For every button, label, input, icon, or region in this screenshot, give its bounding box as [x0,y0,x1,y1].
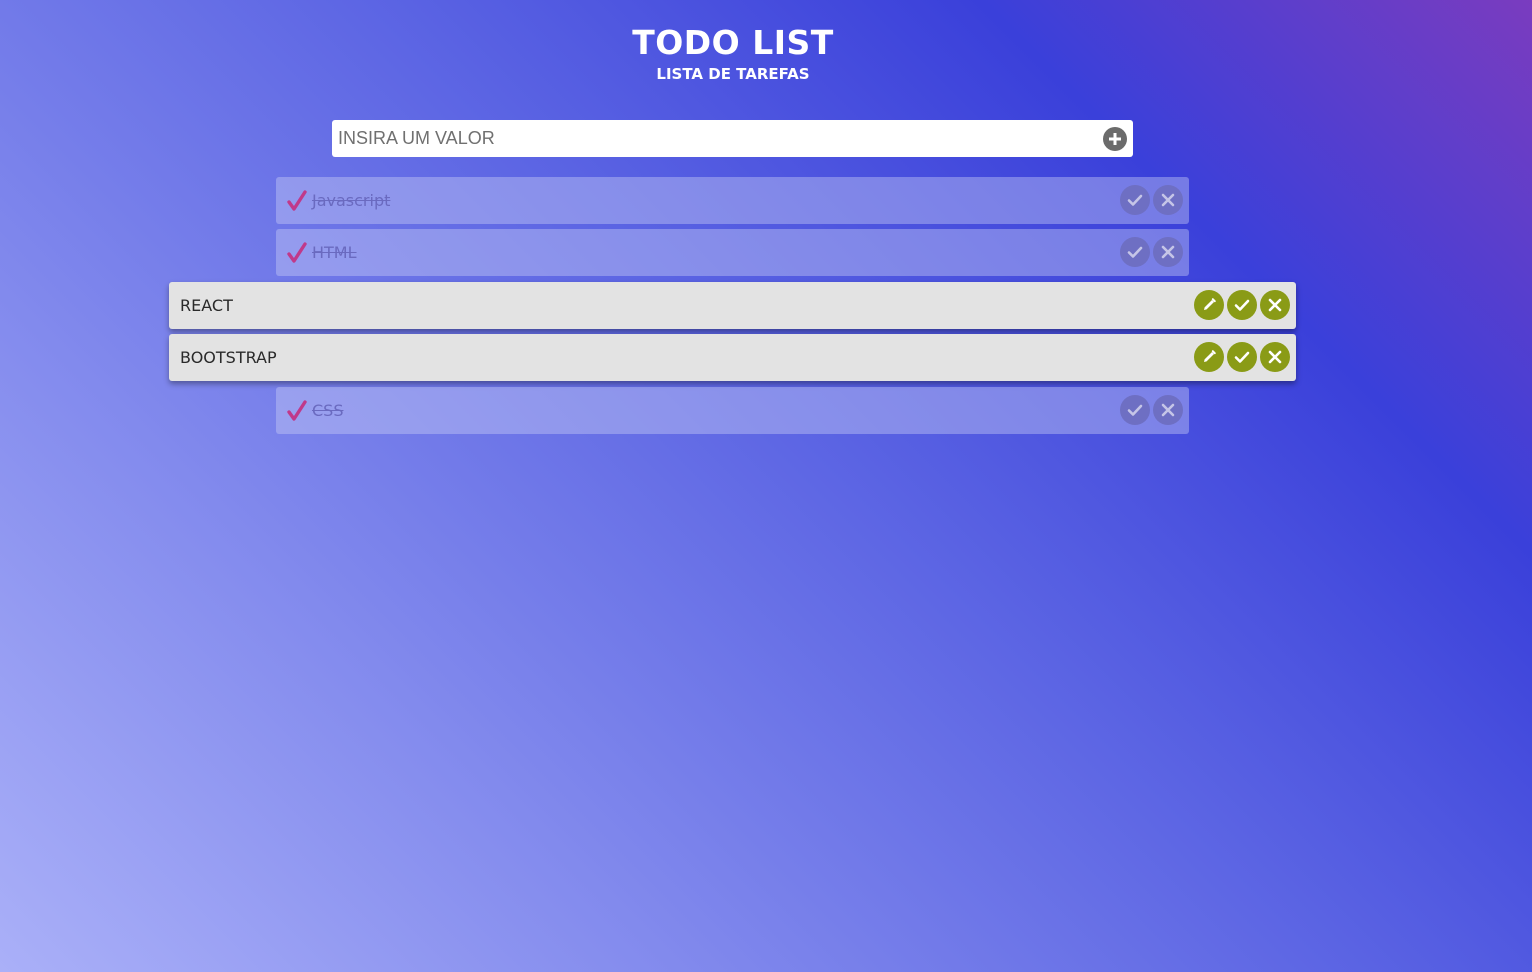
task-input[interactable] [332,120,1092,157]
page-title: TODO LIST [632,23,834,62]
checkmark-icon [287,399,307,422]
edit-task-button[interactable] [1194,342,1224,372]
close-icon [1268,350,1282,364]
check-icon [1234,299,1250,311]
task-item: HTML [276,229,1189,276]
delete-task-button[interactable] [1260,290,1290,320]
task-label: BOOTSTRAP [180,347,277,367]
task-label: HTML [312,242,357,262]
task-actions [1194,290,1290,320]
task-item: BOOTSTRAP [169,334,1296,381]
task-label: Javascript [312,190,391,210]
page-subtitle: LISTA DE TAREFAS [656,65,810,83]
complete-task-button[interactable] [1120,395,1150,425]
task-actions [1120,185,1183,215]
close-icon [1161,245,1175,259]
app-header: TODO LIST LISTA DE TAREFAS [0,24,1466,84]
task-input-bar [332,120,1133,157]
task-label: CSS [312,400,344,420]
task-item: CSS [276,387,1189,434]
complete-task-button[interactable] [1120,237,1150,267]
task-item: Javascript [276,177,1189,224]
close-icon [1161,193,1175,207]
checkmark-icon [287,241,307,264]
complete-task-button[interactable] [1120,185,1150,215]
delete-task-button[interactable] [1153,395,1183,425]
task-actions [1194,342,1290,372]
check-icon [1127,246,1143,258]
pencil-icon [1204,350,1216,362]
checkmark-icon [287,189,307,212]
add-task-button[interactable] [1103,127,1127,151]
delete-task-button[interactable] [1153,237,1183,267]
close-icon [1268,298,1282,312]
delete-task-button[interactable] [1153,185,1183,215]
pencil-icon [1204,298,1216,310]
task-actions [1120,395,1183,425]
edit-task-button[interactable] [1194,290,1224,320]
check-icon [1234,351,1250,363]
task-actions [1120,237,1183,267]
delete-task-button[interactable] [1260,342,1290,372]
complete-task-button[interactable] [1227,290,1257,320]
task-item: REACT [169,282,1296,329]
check-icon [1127,194,1143,206]
task-label: REACT [180,295,233,315]
close-icon [1161,403,1175,417]
check-icon [1127,404,1143,416]
complete-task-button[interactable] [1227,342,1257,372]
